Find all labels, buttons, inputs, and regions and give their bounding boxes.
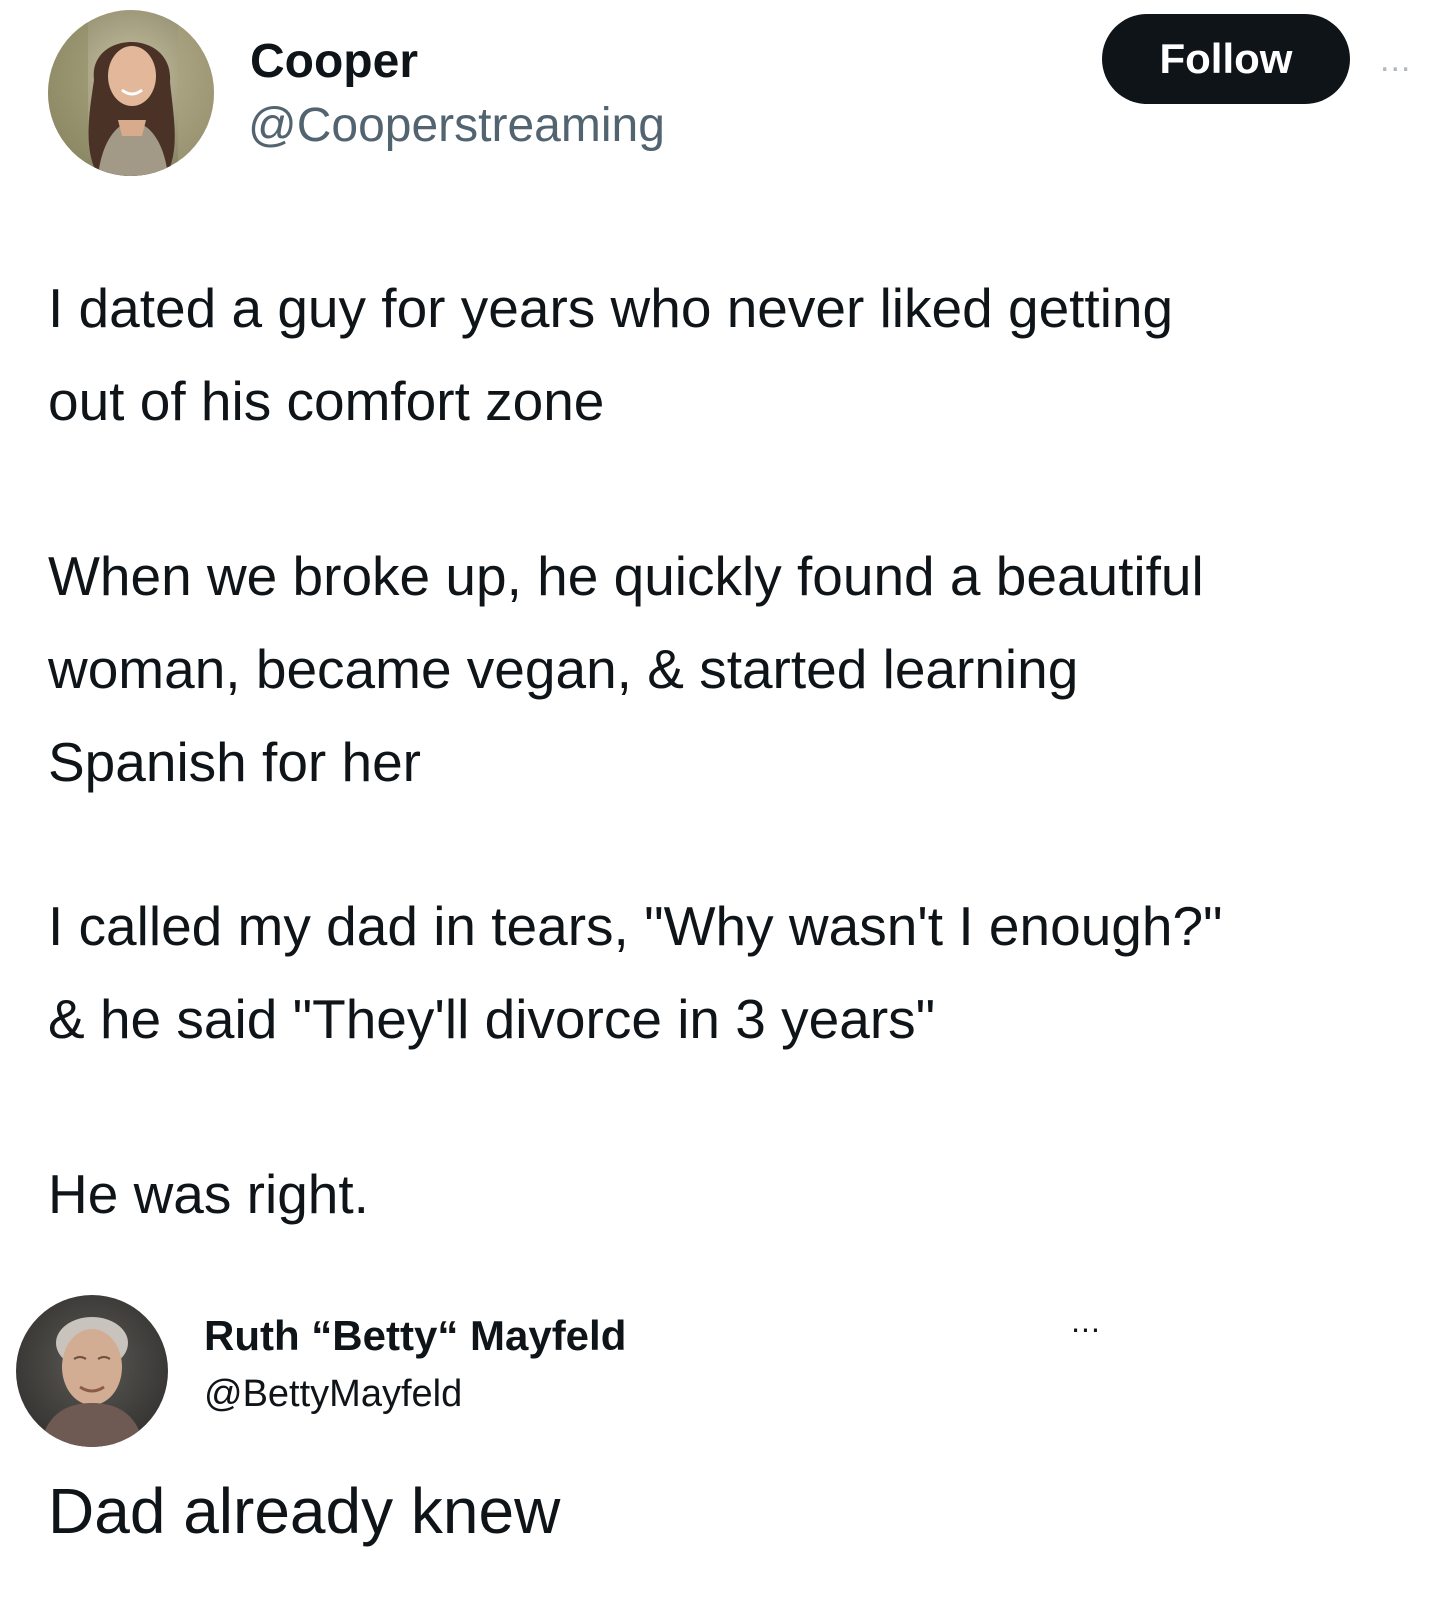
post-text-paragraph-1: I dated a guy for years who never liked …	[48, 277, 1174, 432]
author-avatar[interactable]	[48, 10, 214, 176]
reply-post: Ruth “Betty“ Mayfeld @BettyMayfeld ... D…	[0, 1275, 1440, 1617]
follow-button[interactable]: Follow	[1102, 14, 1350, 104]
post-text-paragraph-3: I called my dad in tears, "Why wasn't I …	[48, 895, 1223, 1050]
author-handle[interactable]: @Cooperstreaming	[248, 98, 665, 154]
reply-author-display-name[interactable]: Ruth “Betty“ Mayfeld	[204, 1311, 626, 1361]
post-text-paragraph-2: When we broke up, he quickly found a bea…	[48, 545, 1204, 793]
more-options-icon[interactable]: ...	[1380, 40, 1436, 80]
reply-author-handle[interactable]: @BettyMayfeld	[204, 1371, 462, 1417]
user-avatar-photo-icon	[16, 1295, 168, 1447]
post-text-paragraph-4: He was right.	[48, 1163, 369, 1225]
reply-more-options-icon[interactable]: ...	[1058, 1303, 1114, 1339]
author-display-name[interactable]: Cooper	[250, 34, 418, 90]
reply-text: Dad already knew	[48, 1475, 561, 1547]
reply-author-avatar[interactable]	[16, 1295, 168, 1447]
user-avatar-photo-icon	[48, 10, 214, 176]
